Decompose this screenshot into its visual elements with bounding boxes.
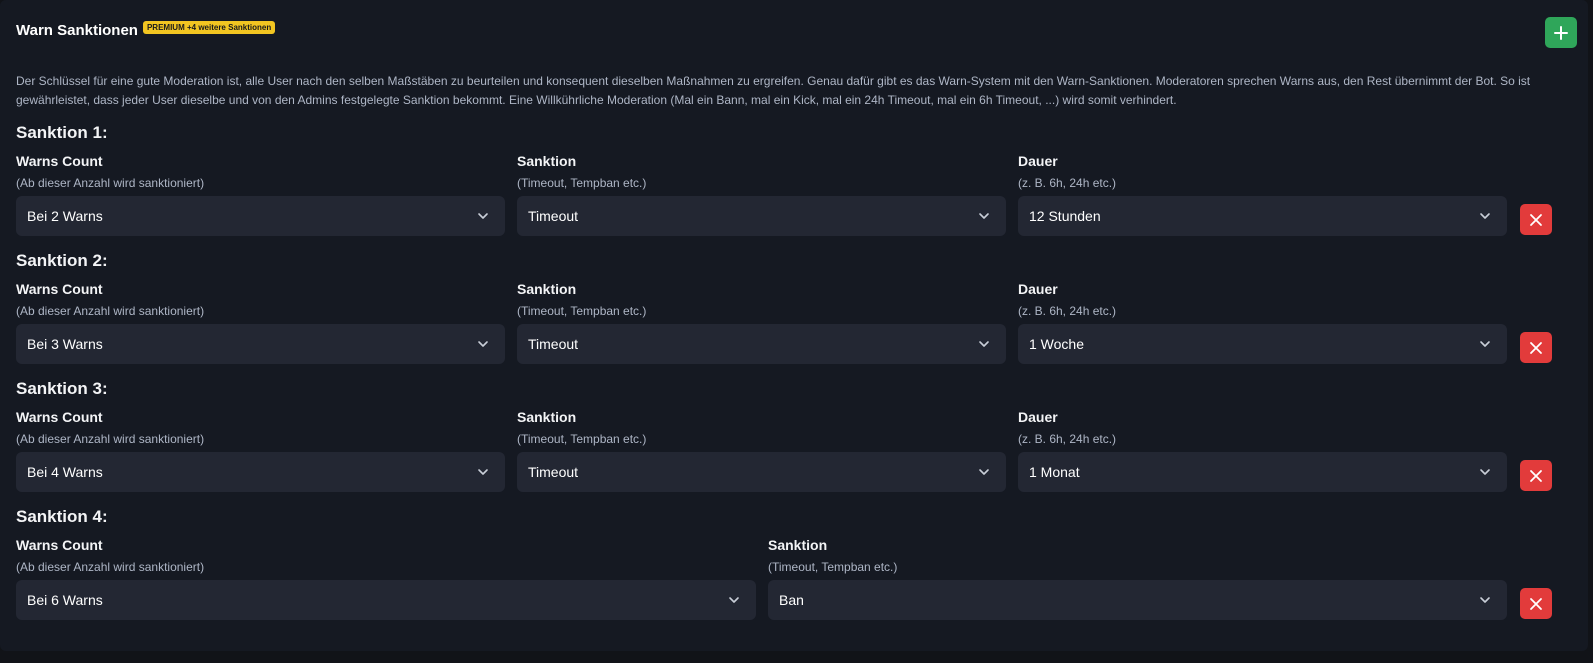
- chevron-down-icon: [1480, 341, 1490, 347]
- select-value: Timeout: [528, 208, 579, 224]
- warns-count-hint: (Ab dieser Anzahl wird sanktioniert): [16, 432, 205, 446]
- chevron-down-icon: [979, 213, 989, 219]
- sanktion-label: Sanktion: [517, 409, 577, 425]
- sanction-3-title: Sanktion 3:: [16, 379, 108, 398]
- dauer-hint: (z. B. 6h, 24h etc.): [1018, 176, 1117, 190]
- sanction-2-warns-select[interactable]: Bei 3 Warns: [16, 324, 505, 364]
- sanction-4-warns-select[interactable]: Bei 6 Warns: [16, 580, 756, 620]
- warns-count-hint: (Ab dieser Anzahl wird sanktioniert): [16, 560, 205, 574]
- close-icon: [1530, 469, 1542, 482]
- sanktion-hint: (Timeout, Tempban etc.): [517, 176, 647, 190]
- warns-count-label: Warns Count: [16, 281, 103, 297]
- select-value: Ban: [779, 592, 804, 608]
- warns-count-hint: (Ab dieser Anzahl wird sanktioniert): [16, 304, 205, 318]
- premium-badge: PREMIUM +4 weitere Sanktionen: [142, 21, 276, 34]
- dauer-label: Dauer: [1018, 153, 1058, 169]
- chevron-down-icon: [1480, 213, 1490, 219]
- chevron-down-icon: [1480, 469, 1490, 475]
- select-value: Timeout: [528, 464, 579, 480]
- sanction-1-warns-select[interactable]: Bei 2 Warns: [16, 196, 505, 236]
- sanktion-hint: (Timeout, Tempban etc.): [768, 560, 898, 574]
- dauer-hint: (z. B. 6h, 24h etc.): [1018, 432, 1117, 446]
- delete-sanction-4-button[interactable]: [1520, 588, 1552, 619]
- sanction-1-type-select[interactable]: Timeout: [517, 196, 1006, 236]
- sanction-2-duration-select[interactable]: 1 Woche: [1018, 324, 1507, 364]
- sanction-2-type-select[interactable]: Timeout: [517, 324, 1006, 364]
- select-value: 12 Stunden: [1029, 208, 1101, 224]
- chevron-down-icon: [478, 341, 488, 347]
- select-value: 1 Monat: [1029, 464, 1080, 480]
- close-icon: [1530, 341, 1542, 354]
- select-value: Timeout: [528, 336, 579, 352]
- warn-sanctions-panel: Warn Sanktionen PREMIUM +4 weitere Sankt…: [0, 0, 1588, 651]
- sanktion-label: Sanktion: [517, 153, 577, 169]
- warns-count-hint: (Ab dieser Anzahl wird sanktioniert): [16, 176, 205, 190]
- panel-header: Warn Sanktionen PREMIUM +4 weitere Sankt…: [0, 0, 1588, 53]
- dauer-hint: (z. B. 6h, 24h etc.): [1018, 304, 1117, 318]
- select-value: Bei 2 Warns: [27, 208, 103, 224]
- select-value: Bei 4 Warns: [27, 464, 103, 480]
- warns-count-label: Warns Count: [16, 409, 103, 425]
- sanction-3-type-select[interactable]: Timeout: [517, 452, 1006, 492]
- chevron-down-icon: [478, 213, 488, 219]
- sanktion-label: Sanktion: [768, 537, 828, 553]
- sanktion-hint: (Timeout, Tempban etc.): [517, 304, 647, 318]
- chevron-down-icon: [979, 469, 989, 475]
- delete-sanction-1-button[interactable]: [1520, 204, 1552, 235]
- select-value: Bei 6 Warns: [27, 592, 103, 608]
- plus-icon: [1554, 25, 1568, 40]
- dauer-label: Dauer: [1018, 281, 1058, 297]
- delete-sanction-2-button[interactable]: [1520, 332, 1552, 363]
- delete-sanction-3-button[interactable]: [1520, 460, 1552, 491]
- sanction-4-title: Sanktion 4:: [16, 507, 108, 526]
- close-icon: [1530, 213, 1542, 226]
- chevron-down-icon: [1480, 597, 1490, 603]
- select-value: Bei 3 Warns: [27, 336, 103, 352]
- warns-count-label: Warns Count: [16, 153, 103, 169]
- chevron-down-icon: [478, 469, 488, 475]
- sanction-1-duration-select[interactable]: 12 Stunden: [1018, 196, 1507, 236]
- warns-count-label: Warns Count: [16, 537, 103, 553]
- add-sanction-button[interactable]: [1545, 17, 1577, 48]
- sanction-4-type-select[interactable]: Ban: [768, 580, 1507, 620]
- sanction-3-warns-select[interactable]: Bei 4 Warns: [16, 452, 505, 492]
- select-value: 1 Woche: [1029, 336, 1084, 352]
- sanction-2-title: Sanktion 2:: [16, 251, 108, 270]
- sanction-1-title: Sanktion 1:: [16, 123, 108, 142]
- panel-description: Der Schlüssel für eine gute Moderation i…: [16, 74, 1531, 107]
- panel-title-row: Warn Sanktionen PREMIUM +4 weitere Sankt…: [16, 21, 276, 39]
- dauer-label: Dauer: [1018, 409, 1058, 425]
- sanktion-label: Sanktion: [517, 281, 577, 297]
- panel-title: Warn Sanktionen: [16, 22, 138, 39]
- close-icon: [1530, 597, 1542, 610]
- sanktion-hint: (Timeout, Tempban etc.): [517, 432, 647, 446]
- sanction-3-duration-select[interactable]: 1 Monat: [1018, 452, 1507, 492]
- chevron-down-icon: [729, 597, 739, 603]
- chevron-down-icon: [979, 341, 989, 347]
